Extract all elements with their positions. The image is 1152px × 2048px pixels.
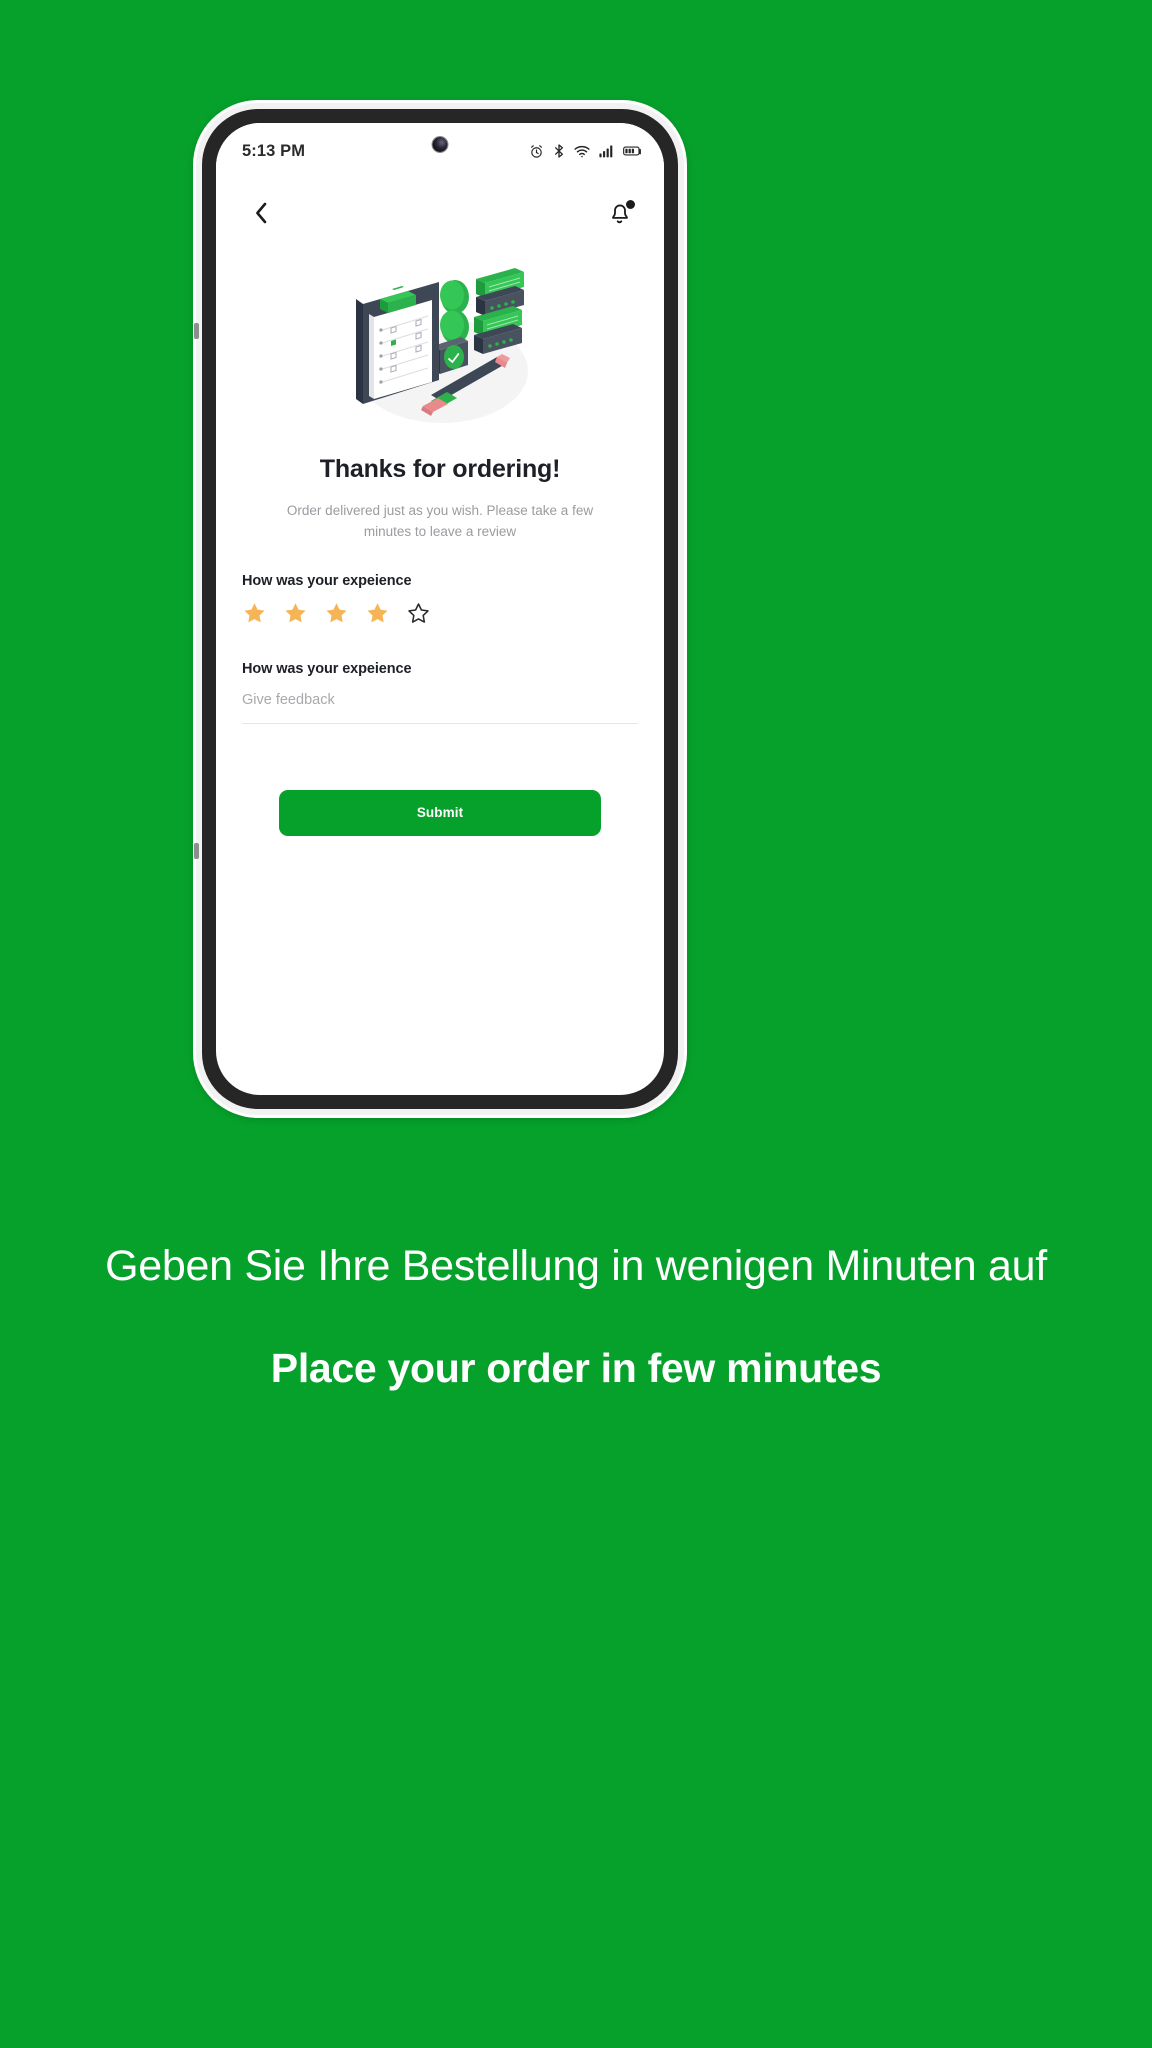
phone-bezel: 5:13 PM Thanks for ordering! Order deliv… bbox=[202, 109, 678, 1109]
wifi-icon bbox=[574, 145, 590, 158]
rating-section-label: How was your expeience bbox=[242, 572, 412, 589]
caption-german: Geben Sie Ihre Bestellung in wenigen Min… bbox=[105, 1242, 1047, 1290]
bluetooth-icon bbox=[553, 143, 565, 159]
feedback-section-label: How was your expeience bbox=[242, 660, 412, 677]
star-icon-2[interactable] bbox=[283, 601, 308, 631]
submit-button[interactable]: Submit bbox=[279, 789, 601, 836]
review-clipboard-illustration bbox=[356, 268, 528, 423]
caption-english: Place your order in few minutes bbox=[270, 1345, 882, 1392]
app-bar bbox=[216, 179, 664, 251]
caption-block: Geben Sie Ihre Bestellung in wenigen Min… bbox=[0, 1240, 1152, 1392]
notification-badge-dot bbox=[626, 200, 635, 209]
page-title: Thanks for ordering! bbox=[319, 455, 561, 483]
star-icon-1[interactable] bbox=[242, 601, 267, 631]
alarm-icon bbox=[529, 144, 544, 159]
phone-mockup: 5:13 PM Thanks for ordering! Order deliv… bbox=[194, 103, 684, 1115]
front-camera-punch-hole-icon bbox=[432, 137, 448, 152]
status-bar-time: 5:13 PM bbox=[242, 141, 306, 160]
star-icon-3[interactable] bbox=[324, 601, 349, 631]
page-subtitle: Order delivered just as you wish. Please… bbox=[286, 503, 594, 539]
status-bar-icons bbox=[529, 143, 642, 159]
cellular-signal-icon bbox=[599, 144, 614, 158]
notifications-button[interactable] bbox=[600, 196, 638, 234]
feedback-input[interactable]: Give feedback bbox=[242, 691, 638, 724]
phone-screen: 5:13 PM Thanks for ordering! Order deliv… bbox=[216, 123, 664, 1095]
star-icon-5[interactable] bbox=[406, 601, 431, 631]
power-button[interactable] bbox=[194, 843, 199, 859]
status-bar: 5:13 PM bbox=[216, 123, 664, 179]
feedback-input-placeholder: Give feedback bbox=[242, 691, 335, 708]
illustration-container bbox=[216, 247, 664, 433]
screen-content: Thanks for ordering! Order delivered jus… bbox=[216, 455, 664, 836]
chevron-left-icon bbox=[254, 201, 269, 230]
star-rating-control[interactable] bbox=[242, 601, 638, 631]
screenshot-stage: 5:13 PM Thanks for ordering! Order deliv… bbox=[0, 0, 1152, 2048]
battery-icon bbox=[623, 145, 642, 157]
star-icon-4[interactable] bbox=[365, 601, 390, 631]
volume-button[interactable] bbox=[194, 323, 199, 339]
back-button[interactable] bbox=[244, 198, 278, 232]
